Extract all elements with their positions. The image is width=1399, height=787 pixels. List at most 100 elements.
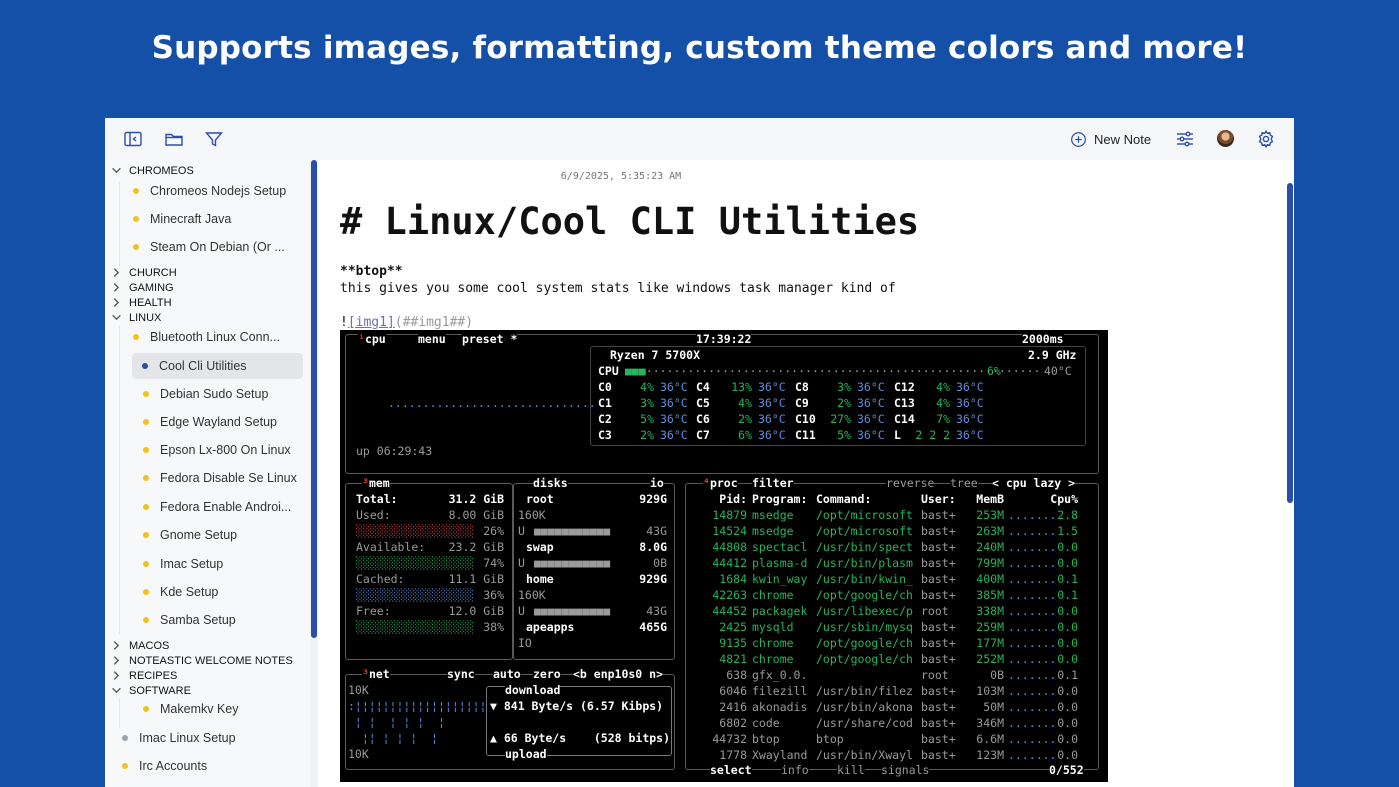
core-label: C6 — [696, 412, 710, 426]
proc-cell: spectacl — [752, 540, 808, 554]
disk-value: 465G — [639, 620, 667, 634]
toggle-sidebar-icon[interactable] — [123, 129, 143, 149]
folder-gaming[interactable]: GAMING — [111, 280, 174, 295]
proc-count: 0/552 — [1049, 762, 1084, 778]
core-pct: 2% — [738, 412, 752, 426]
note-item[interactable]: Fedora Enable Androi... — [143, 494, 303, 520]
paragraph: this gives you some cool system stats li… — [340, 281, 896, 296]
note-dot — [143, 706, 149, 712]
folder-chromeos[interactable]: CHROMEOS — [111, 163, 194, 178]
note-item[interactable]: Chromeos Nodejs Setup — [133, 178, 303, 204]
note-label: Bluetooth Linux Conn... — [150, 330, 280, 344]
folder-health[interactable]: HEALTH — [111, 295, 172, 310]
cpu-name: Ryzen 7 5700X — [610, 347, 701, 363]
proc-cell: 6802 — [719, 716, 747, 730]
folder-church[interactable]: CHURCH — [111, 265, 177, 280]
cpu-total-bar: ■■■·····································… — [625, 364, 1041, 378]
core-label: C10 — [795, 412, 816, 426]
note-item[interactable]: Epson Lx-800 On Linux — [143, 437, 303, 463]
core-label: L — [894, 428, 901, 442]
upload-rate: ▲ 66 Byte/s (528 bitps) — [490, 731, 671, 745]
folder-recipes[interactable]: RECIPES — [111, 668, 177, 683]
cpu-total-pct: 6% — [987, 364, 1001, 378]
note-item[interactable]: Debian Sudo Setup — [143, 381, 303, 407]
proc-cell: btop — [752, 732, 780, 746]
proc-cell: /usr/bin/akona — [816, 700, 913, 714]
core-pct: 4% — [738, 396, 752, 410]
download-label: download — [505, 682, 561, 698]
mem-value: 12.0 GiB — [448, 604, 504, 618]
net-sync: sync — [447, 666, 475, 682]
folder-icon[interactable] — [164, 129, 184, 149]
proc-cell: chrome — [752, 652, 794, 666]
proc-cell: plasma-d — [752, 556, 808, 570]
note-dot — [142, 363, 148, 369]
core-label: C3 — [598, 428, 612, 442]
folder-label: CHURCH — [129, 266, 177, 279]
proc-cell: 240M — [976, 540, 1004, 554]
proc-cell: bast+ — [921, 556, 956, 570]
clock: 17:39:22 — [696, 331, 752, 347]
core-pct: 4% — [936, 396, 950, 410]
folder-macos[interactable]: MACOS — [111, 638, 169, 653]
note-item[interactable]: Edge Wayland Setup — [143, 409, 303, 435]
sidebar-scrollbar[interactable] — [310, 160, 318, 787]
note-item[interactable]: Minecraft Java — [133, 206, 303, 232]
avatar[interactable] — [1217, 130, 1234, 147]
sidebar-scrollbar-thumb[interactable] — [311, 160, 317, 638]
proc-cell: bast+ — [921, 700, 956, 714]
cpu-freq: 2.9 GHz — [1028, 347, 1077, 363]
download-rate: ▼ 841 Byte/s (6.57 Kibps) — [490, 699, 664, 713]
core-pct: 3% — [640, 396, 654, 410]
chevron-down-icon — [112, 314, 121, 321]
editor-scrollbar[interactable] — [1287, 183, 1293, 503]
note-dot — [143, 561, 149, 567]
image-alt[interactable]: [img1] — [348, 315, 395, 330]
proc-cell: root — [921, 604, 949, 618]
note-dot — [133, 244, 139, 250]
proc-cpu-graph: ....... — [1008, 716, 1057, 730]
mem-value: 26% — [483, 524, 504, 538]
proc-cell: btop — [816, 732, 844, 746]
note-dot — [143, 475, 149, 481]
mem-value: 23.2 GiB — [448, 540, 504, 554]
core-label: C2 — [598, 412, 612, 426]
core-temp: 36°C — [857, 428, 885, 442]
app-window: New Note CHROMEOS Chromeos Nodejs Setup … — [105, 118, 1294, 787]
mem-label: Free: — [356, 604, 391, 618]
folder-welcome-notes[interactable]: NOTEASTIC WELCOME NOTES — [111, 653, 293, 668]
note-item-selected[interactable]: Cool Cli Utilities — [132, 353, 303, 379]
editor[interactable]: 6/9/2025, 5:35:23 AM # Linux/Cool CLI Ut… — [318, 160, 1294, 787]
proc-cell: 252M — [976, 652, 1004, 666]
sliders-icon[interactable] — [1175, 129, 1195, 149]
note-item[interactable]: Imac Setup — [143, 551, 303, 577]
disk-label: U — [518, 604, 525, 618]
disk-label: apeapps — [526, 620, 575, 634]
core-temp: 36°C — [956, 380, 984, 394]
note-item[interactable]: Imac Linux Setup — [122, 725, 303, 751]
sidebar: CHROMEOS Chromeos Nodejs Setup Minecraft… — [105, 160, 310, 787]
folder-linux[interactable]: LINUX — [111, 310, 161, 325]
proc-cell: 2425 — [719, 620, 747, 634]
note-item[interactable]: Kde Setup — [143, 579, 303, 605]
proc-cell: /opt/google/ch — [816, 588, 913, 602]
note-item[interactable]: Gnome Setup — [143, 522, 303, 548]
note-item[interactable]: Makemkv Key — [143, 696, 303, 722]
tree-guide — [119, 182, 120, 266]
note-item[interactable]: Bluetooth Linux Conn... — [133, 324, 303, 350]
note-item[interactable]: Irc Accounts — [122, 753, 303, 779]
proc-cell: 263M — [976, 524, 1004, 538]
core-label: C14 — [894, 412, 915, 426]
upload-label: upload — [505, 746, 547, 762]
proc-cell: 44412 — [712, 556, 747, 570]
proc-cell: 44732 — [712, 732, 747, 746]
proc-cpu-graph: ....... — [1008, 748, 1057, 762]
note-item[interactable]: Fedora Disable Se Linux — [143, 465, 303, 491]
note-item[interactable]: Samba Setup — [143, 607, 303, 633]
gear-icon[interactable] — [1256, 129, 1276, 149]
filter-icon[interactable] — [204, 129, 224, 149]
chevron-right-icon — [113, 298, 120, 307]
new-note-button[interactable]: New Note — [1070, 128, 1151, 150]
mem-value: 31.2 GiB — [448, 492, 504, 506]
note-item[interactable]: Steam On Debian (Or ... — [133, 234, 303, 260]
